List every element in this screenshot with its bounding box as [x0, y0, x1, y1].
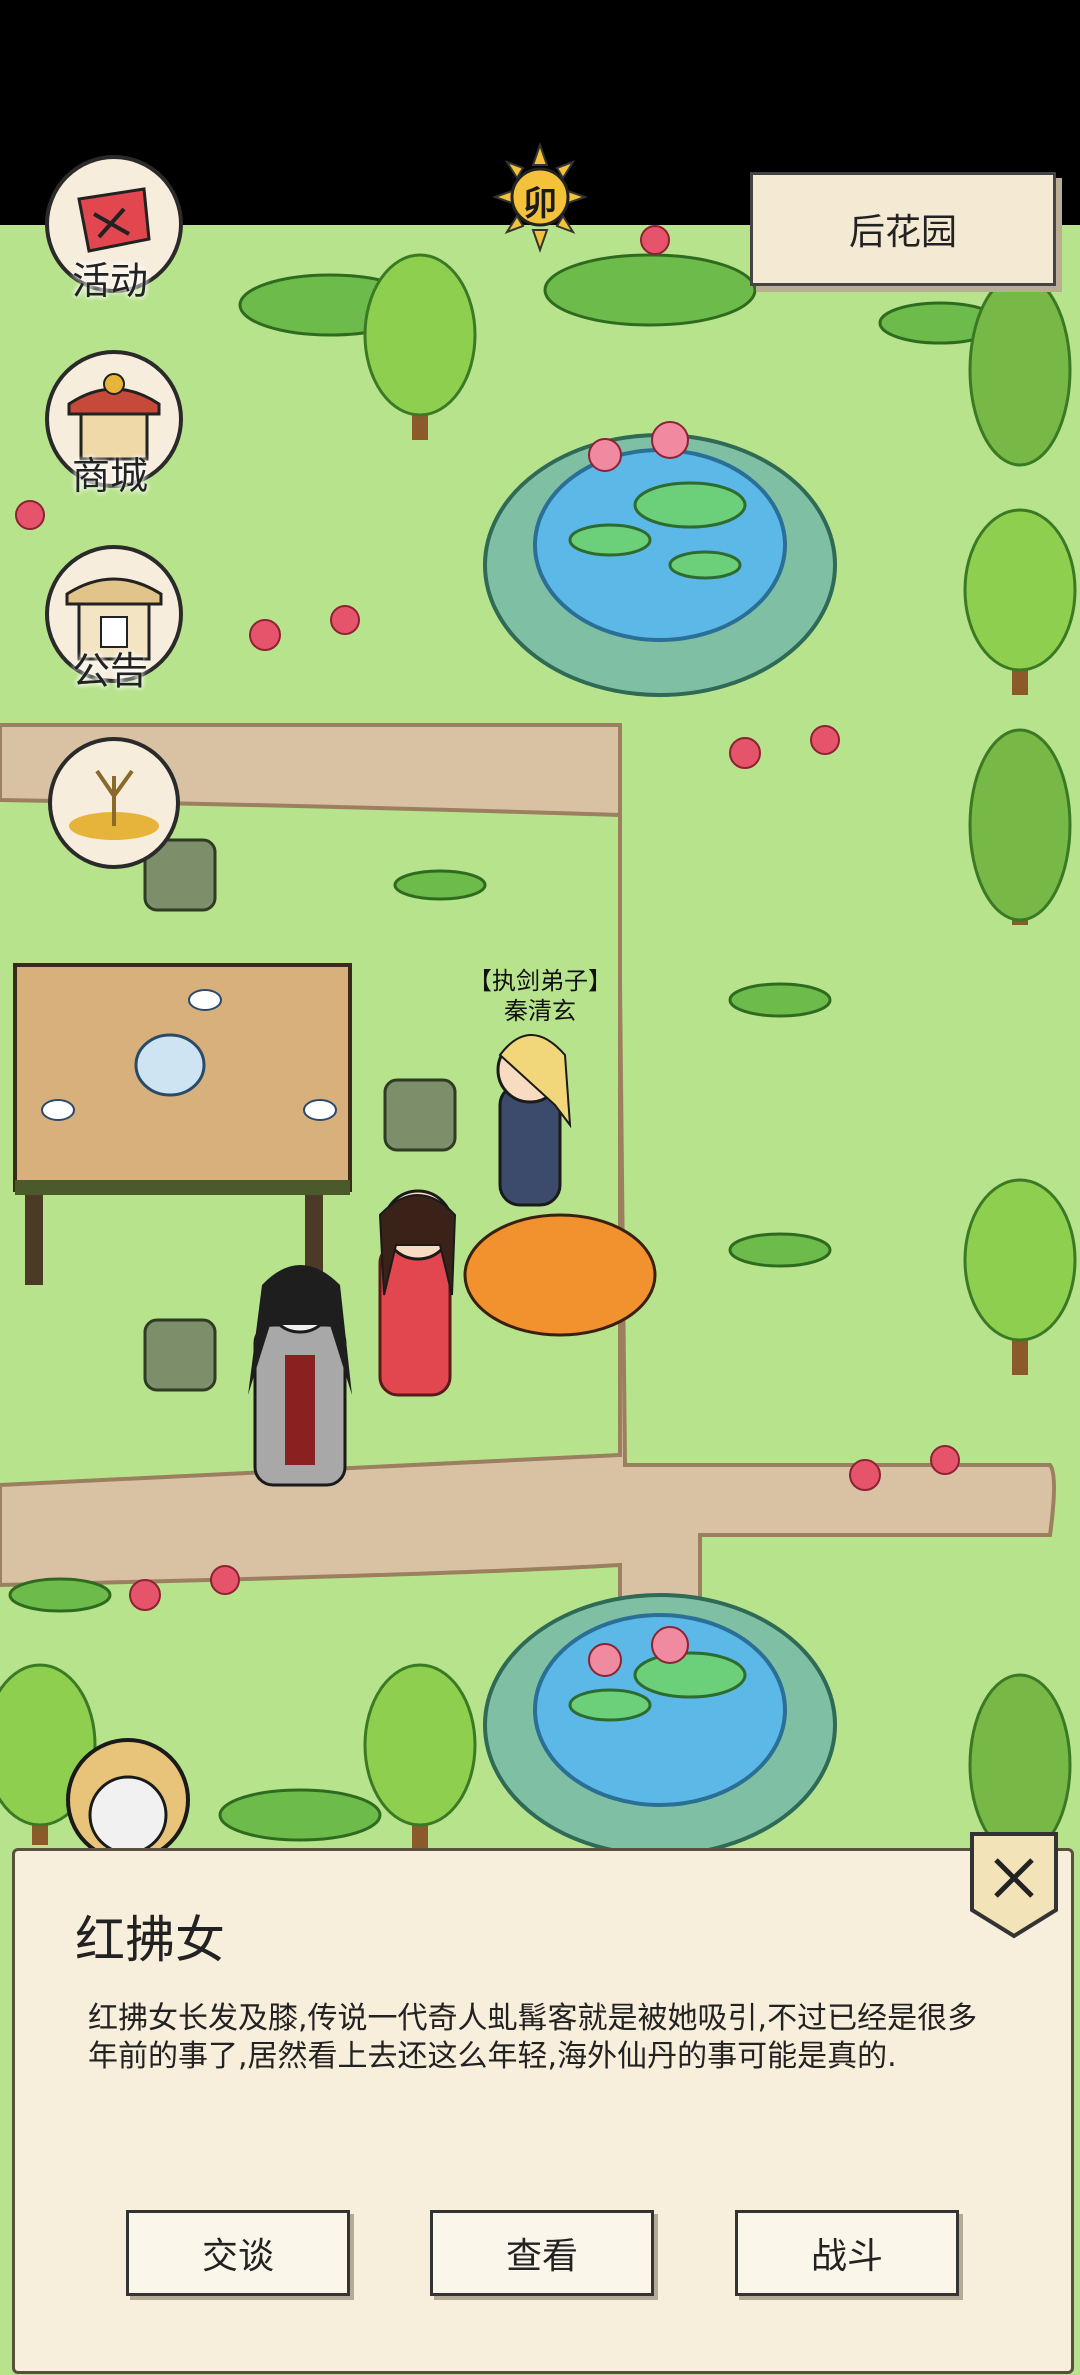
npc-name: 红拂女 — [75, 1911, 225, 1969]
talk-button[interactable]: 交谈 — [126, 2210, 350, 2296]
close-button[interactable] — [968, 1830, 1060, 1940]
notice-button[interactable]: 公告 — [35, 545, 185, 695]
close-icon — [970, 1832, 1058, 1939]
wheat-icon — [69, 769, 159, 840]
harvest-button[interactable] — [48, 737, 180, 869]
time-indicator: 卯 — [485, 140, 595, 255]
event-button[interactable]: 活动 — [35, 155, 185, 305]
location-sign: 后花园 — [750, 172, 1056, 286]
talk-label: 交谈 — [201, 2236, 274, 2277]
view-label: 查看 — [505, 2236, 578, 2277]
npc-tag-title: 【执剑弟子】 — [468, 967, 612, 995]
shop-button[interactable]: 商城 — [35, 350, 185, 500]
notice-label: 公告 — [71, 649, 148, 693]
location-name: 后花园 — [848, 212, 957, 253]
view-button[interactable]: 查看 — [430, 2210, 654, 2296]
event-label: 活动 — [71, 259, 148, 303]
time-label: 卯 — [523, 184, 557, 224]
npc-tag: 【执剑弟子】 秦清玄 — [440, 966, 640, 1026]
shop-label: 商城 — [71, 454, 148, 498]
npc-description: 红拂女长发及膝,传说一代奇人虬髯客就是被她吸引,不过已经是很多年前的事了,居然看… — [88, 2001, 978, 2074]
fight-button[interactable]: 战斗 — [735, 2210, 959, 2296]
fight-label: 战斗 — [810, 2236, 883, 2277]
npc-tag-name: 秦清玄 — [504, 997, 576, 1025]
